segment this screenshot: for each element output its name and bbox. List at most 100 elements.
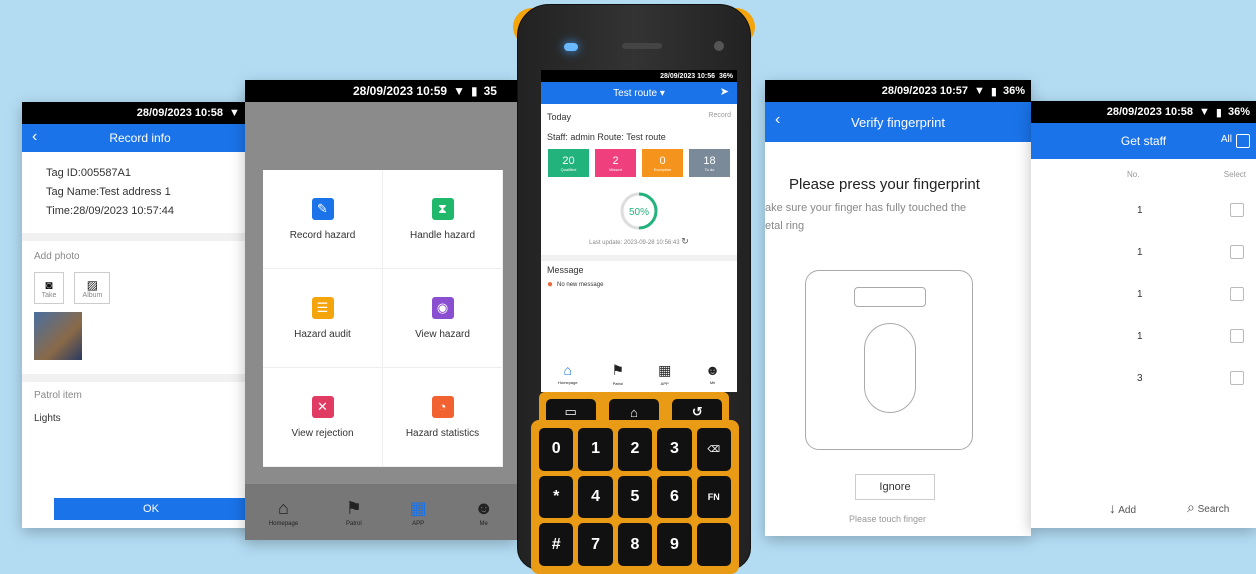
device-screen: 28/09/2023 10:56 36% Test route ▾ ➤ Today R… [541,70,737,392]
search-icon: ⌕ [1187,499,1195,515]
back-icon[interactable]: ‹ [32,128,37,146]
camera-icon: ◙ [45,277,53,292]
photo-section: Add photo ◙ Take ▨ Album [22,241,258,370]
nav-app[interactable]: ▦ APP [658,362,671,386]
table-row[interactable]: 3 [1031,357,1256,399]
keypad-key[interactable]: 9 [657,523,692,566]
table-row[interactable]: 1 [1031,273,1256,315]
keypad-key[interactable]: 6 [657,475,692,519]
nav-patrol[interactable]: ⚑ Patrol [346,498,362,527]
nav-patrol[interactable]: ⚑ Patrol [612,362,625,386]
table-row[interactable]: 1 [1031,315,1256,357]
route-selector[interactable]: Test route ▾ [613,88,665,99]
keypad-key[interactable]: 0 [539,428,574,471]
keypad-key[interactable]: 5 [617,475,653,519]
search-label: Search [1197,504,1230,515]
fingerprint-subtext-2: etal ring [765,220,805,232]
staff-route-info: Staff: admin Route: Test route [547,132,666,142]
staff-list: 1 1 1 1 3 [1031,189,1256,399]
app-icon: ☰ [311,296,334,319]
keypad-key[interactable]: 4 [578,475,613,519]
app-tile[interactable]: ◔ Hazard statistics [383,368,503,467]
app-tile[interactable]: ☰ Hazard audit [263,269,383,368]
keypad: 0 1 2 3 ⌫ * 4 5 6 FN #7 8 9 [531,420,739,574]
patrol-section: Patrol item Lights [22,382,258,432]
get-staff-screen: 28/09/2023 10:58 ▼ ▮ 36% Get staff All No. Se… [1031,101,1256,528]
message-title: Message [547,265,584,275]
row-number: 1 [1137,330,1143,342]
app-icon: ◔ [431,395,454,418]
app-label: View hazard [415,328,470,340]
photo-thumbnail[interactable] [34,312,82,360]
enter-key[interactable] [696,523,731,566]
delete-key[interactable]: ⌫ [696,428,731,471]
nav-app[interactable]: ▦ APP [410,498,427,527]
row-number: 1 [1137,204,1143,216]
ignore-button[interactable]: Ignore [855,474,935,500]
back-icon[interactable]: ‹ [775,111,780,129]
ok-button[interactable]: OK [54,498,248,520]
refresh-icon[interactable]: ↻ [681,236,689,246]
app-label: Handle hazard [409,229,476,241]
nav-label: Patrol [612,381,624,386]
nav-me[interactable]: ☻ Me [474,498,493,527]
battery-icon: ▮ [1215,106,1222,119]
patrol-item-label: Patrol item [34,390,82,401]
row-checkbox[interactable] [1230,245,1244,259]
app-tile[interactable]: ⧗ Handle hazard [383,170,503,269]
search-button[interactable]: ⌕ Search [1187,499,1229,516]
header: Get staff All [1031,123,1256,159]
patrol-item-value: Lights [34,413,61,424]
navigate-icon[interactable]: ➤ [720,85,729,98]
keypad-key[interactable]: 1 [578,428,613,471]
today-label: Today [547,112,572,122]
row-checkbox[interactable] [1230,329,1244,343]
keypad-key[interactable]: * [539,475,574,519]
record-link[interactable]: Record [708,112,731,122]
verify-fingerprint-screen: 28/09/2023 10:57 ▼ ▮ 36% ‹ Verify fingerprin… [765,80,1031,536]
app-tile[interactable]: ✎ Record hazard [263,170,383,269]
keypad-key[interactable]: 2 [617,428,653,471]
row-checkbox[interactable] [1230,287,1244,301]
table-row[interactable]: 1 [1031,231,1256,273]
image-icon: ▨ [86,277,99,292]
stat-value: 0 [659,154,666,167]
nav-homepage[interactable]: ⌂ Homepage [558,362,578,386]
fn-key[interactable]: FN [696,475,731,519]
album-button[interactable]: ▨ Album [74,272,111,304]
stats-row: 20 Qualified 2 Missed 0 Exception 18 To do [541,144,737,182]
nav-me[interactable]: ☻ Me [705,362,720,386]
status-bar: 28/09/2023 10:58 ▼ ▮ 36% [1031,101,1256,123]
table-row[interactable]: 1 [1031,189,1256,231]
row-checkbox[interactable] [1230,371,1244,385]
keypad-key[interactable]: 7 [578,523,613,566]
keypad-key[interactable]: 8 [617,523,653,566]
row-checkbox[interactable] [1230,203,1244,217]
person-icon: ☻ [705,362,720,378]
keypad-key[interactable]: 3 [657,428,692,471]
stat-value: 18 [703,154,716,167]
nav-homepage[interactable]: ⌂ Homepage [269,498,298,527]
app-tile[interactable]: ✕ View rejection [263,368,383,467]
stat-value: 2 [612,154,619,167]
app-tile[interactable]: ◉ View hazard [383,269,503,368]
status-bar: 28/09/2023 10:56 36% [541,70,737,82]
page-title: Verify fingerprint [851,114,945,130]
divider [22,374,258,382]
header: ‹ Record info [22,124,258,152]
record-time: Time:28/09/2023 10:57:44 [46,205,175,217]
stat-value: 20 [562,154,575,167]
sensor-window [854,287,926,307]
take-photo-button[interactable]: ◙ Take [34,272,64,304]
nav-label: Me [479,520,488,527]
status-time: 28/09/2023 10:59 [353,84,448,98]
add-button[interactable]: ↓ Add [1109,500,1136,516]
stat-tile[interactable]: 20 Qualified [547,148,590,178]
progress-ring-chart: 50% [620,192,658,230]
stat-tile[interactable]: 0 Exception [641,148,684,178]
keypad-key[interactable]: # [539,523,574,566]
select-all-checkbox[interactable] [1236,134,1250,148]
handheld-device: 28/09/2023 10:56 36% Test route ▾ ➤ Today R… [503,4,765,574]
stat-tile[interactable]: 18 To do [688,148,731,178]
stat-tile[interactable]: 2 Missed [594,148,637,178]
